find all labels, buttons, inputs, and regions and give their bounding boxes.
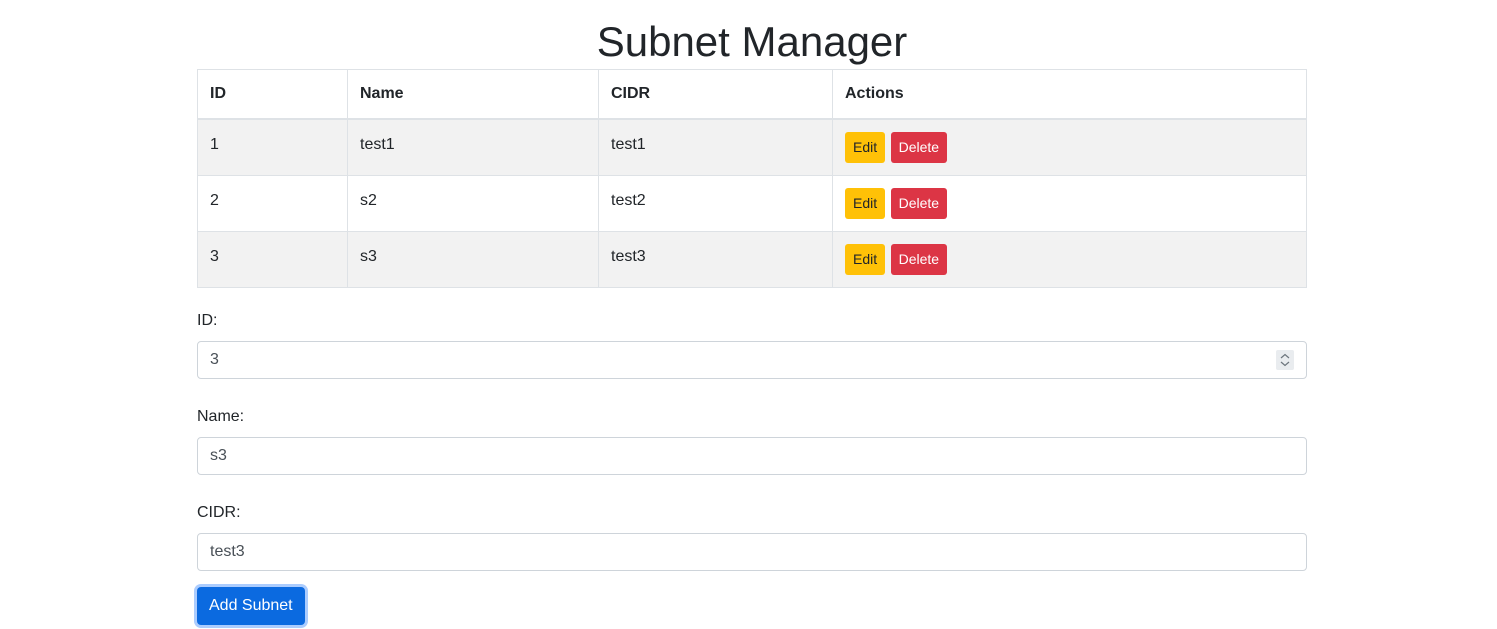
cidr-label: CIDR:	[197, 503, 241, 521]
cidr-input-value: test3	[210, 542, 245, 560]
name-input[interactable]: s3	[197, 436, 1307, 475]
table-row: 2 s2 test2 Edit Delete	[197, 174, 1307, 232]
table-row: 3 s3 test3 Edit Delete	[197, 230, 1307, 288]
column-header-cidr: CIDR	[598, 69, 833, 120]
cell-name: test1	[347, 118, 599, 176]
cell-actions: Edit Delete	[832, 118, 1307, 176]
table-header: ID Name CIDR Actions	[197, 69, 1307, 120]
cell-name: s3	[347, 230, 599, 288]
edit-button[interactable]: Edit	[845, 132, 886, 163]
id-number-input[interactable]: 3	[197, 340, 1307, 379]
delete-button[interactable]: Delete	[890, 243, 948, 275]
edit-button[interactable]: Edit	[845, 187, 886, 219]
cell-cidr: test2	[598, 174, 833, 232]
page-title: Subnet Manager	[596, 18, 908, 65]
cell-name: s2	[347, 174, 599, 232]
edit-button[interactable]: Edit	[845, 243, 886, 275]
column-header-name: Name	[347, 69, 599, 120]
id-label: ID:	[197, 311, 218, 329]
id-input-value: 3	[210, 350, 219, 368]
cell-id: 3	[197, 230, 348, 288]
column-header-id: ID	[197, 69, 348, 120]
form-actions: Add Subnet	[197, 586, 1307, 625]
name-form-group: Name: s3	[197, 407, 1307, 475]
delete-button[interactable]: Delete	[890, 132, 948, 163]
subnet-form: ID: 3 Name: s3 CIDR: test3 Add Subnet	[197, 311, 1307, 625]
cell-cidr: test3	[598, 230, 833, 288]
add-subnet-button[interactable]: Add Subnet	[197, 586, 305, 625]
table-body: 1 test1 test1 Edit Delete 2 s2 test2 Edi…	[197, 118, 1307, 288]
name-input-value: s3	[210, 446, 227, 464]
column-header-actions: Actions	[832, 69, 1307, 120]
cell-actions: Edit Delete	[832, 174, 1307, 232]
cell-id: 2	[197, 174, 348, 232]
cell-id: 1	[197, 118, 348, 176]
delete-button[interactable]: Delete	[890, 187, 948, 219]
cell-actions: Edit Delete	[832, 230, 1307, 288]
table-row: 1 test1 test1 Edit Delete	[197, 118, 1307, 176]
cell-cidr: test1	[598, 118, 833, 176]
subnet-manager-app: Subnet Manager ID Name CIDR Actions 1 te…	[197, 0, 1307, 625]
name-label: Name:	[197, 407, 245, 425]
cidr-input[interactable]: test3	[197, 532, 1307, 571]
id-form-group: ID: 3	[197, 311, 1307, 379]
number-spinner-icon[interactable]	[1276, 349, 1294, 370]
cidr-form-group: CIDR: test3	[197, 503, 1307, 571]
subnet-table: ID Name CIDR Actions 1 test1 test1 Edit …	[197, 69, 1307, 288]
header-row: ID Name CIDR Actions	[197, 69, 1307, 120]
